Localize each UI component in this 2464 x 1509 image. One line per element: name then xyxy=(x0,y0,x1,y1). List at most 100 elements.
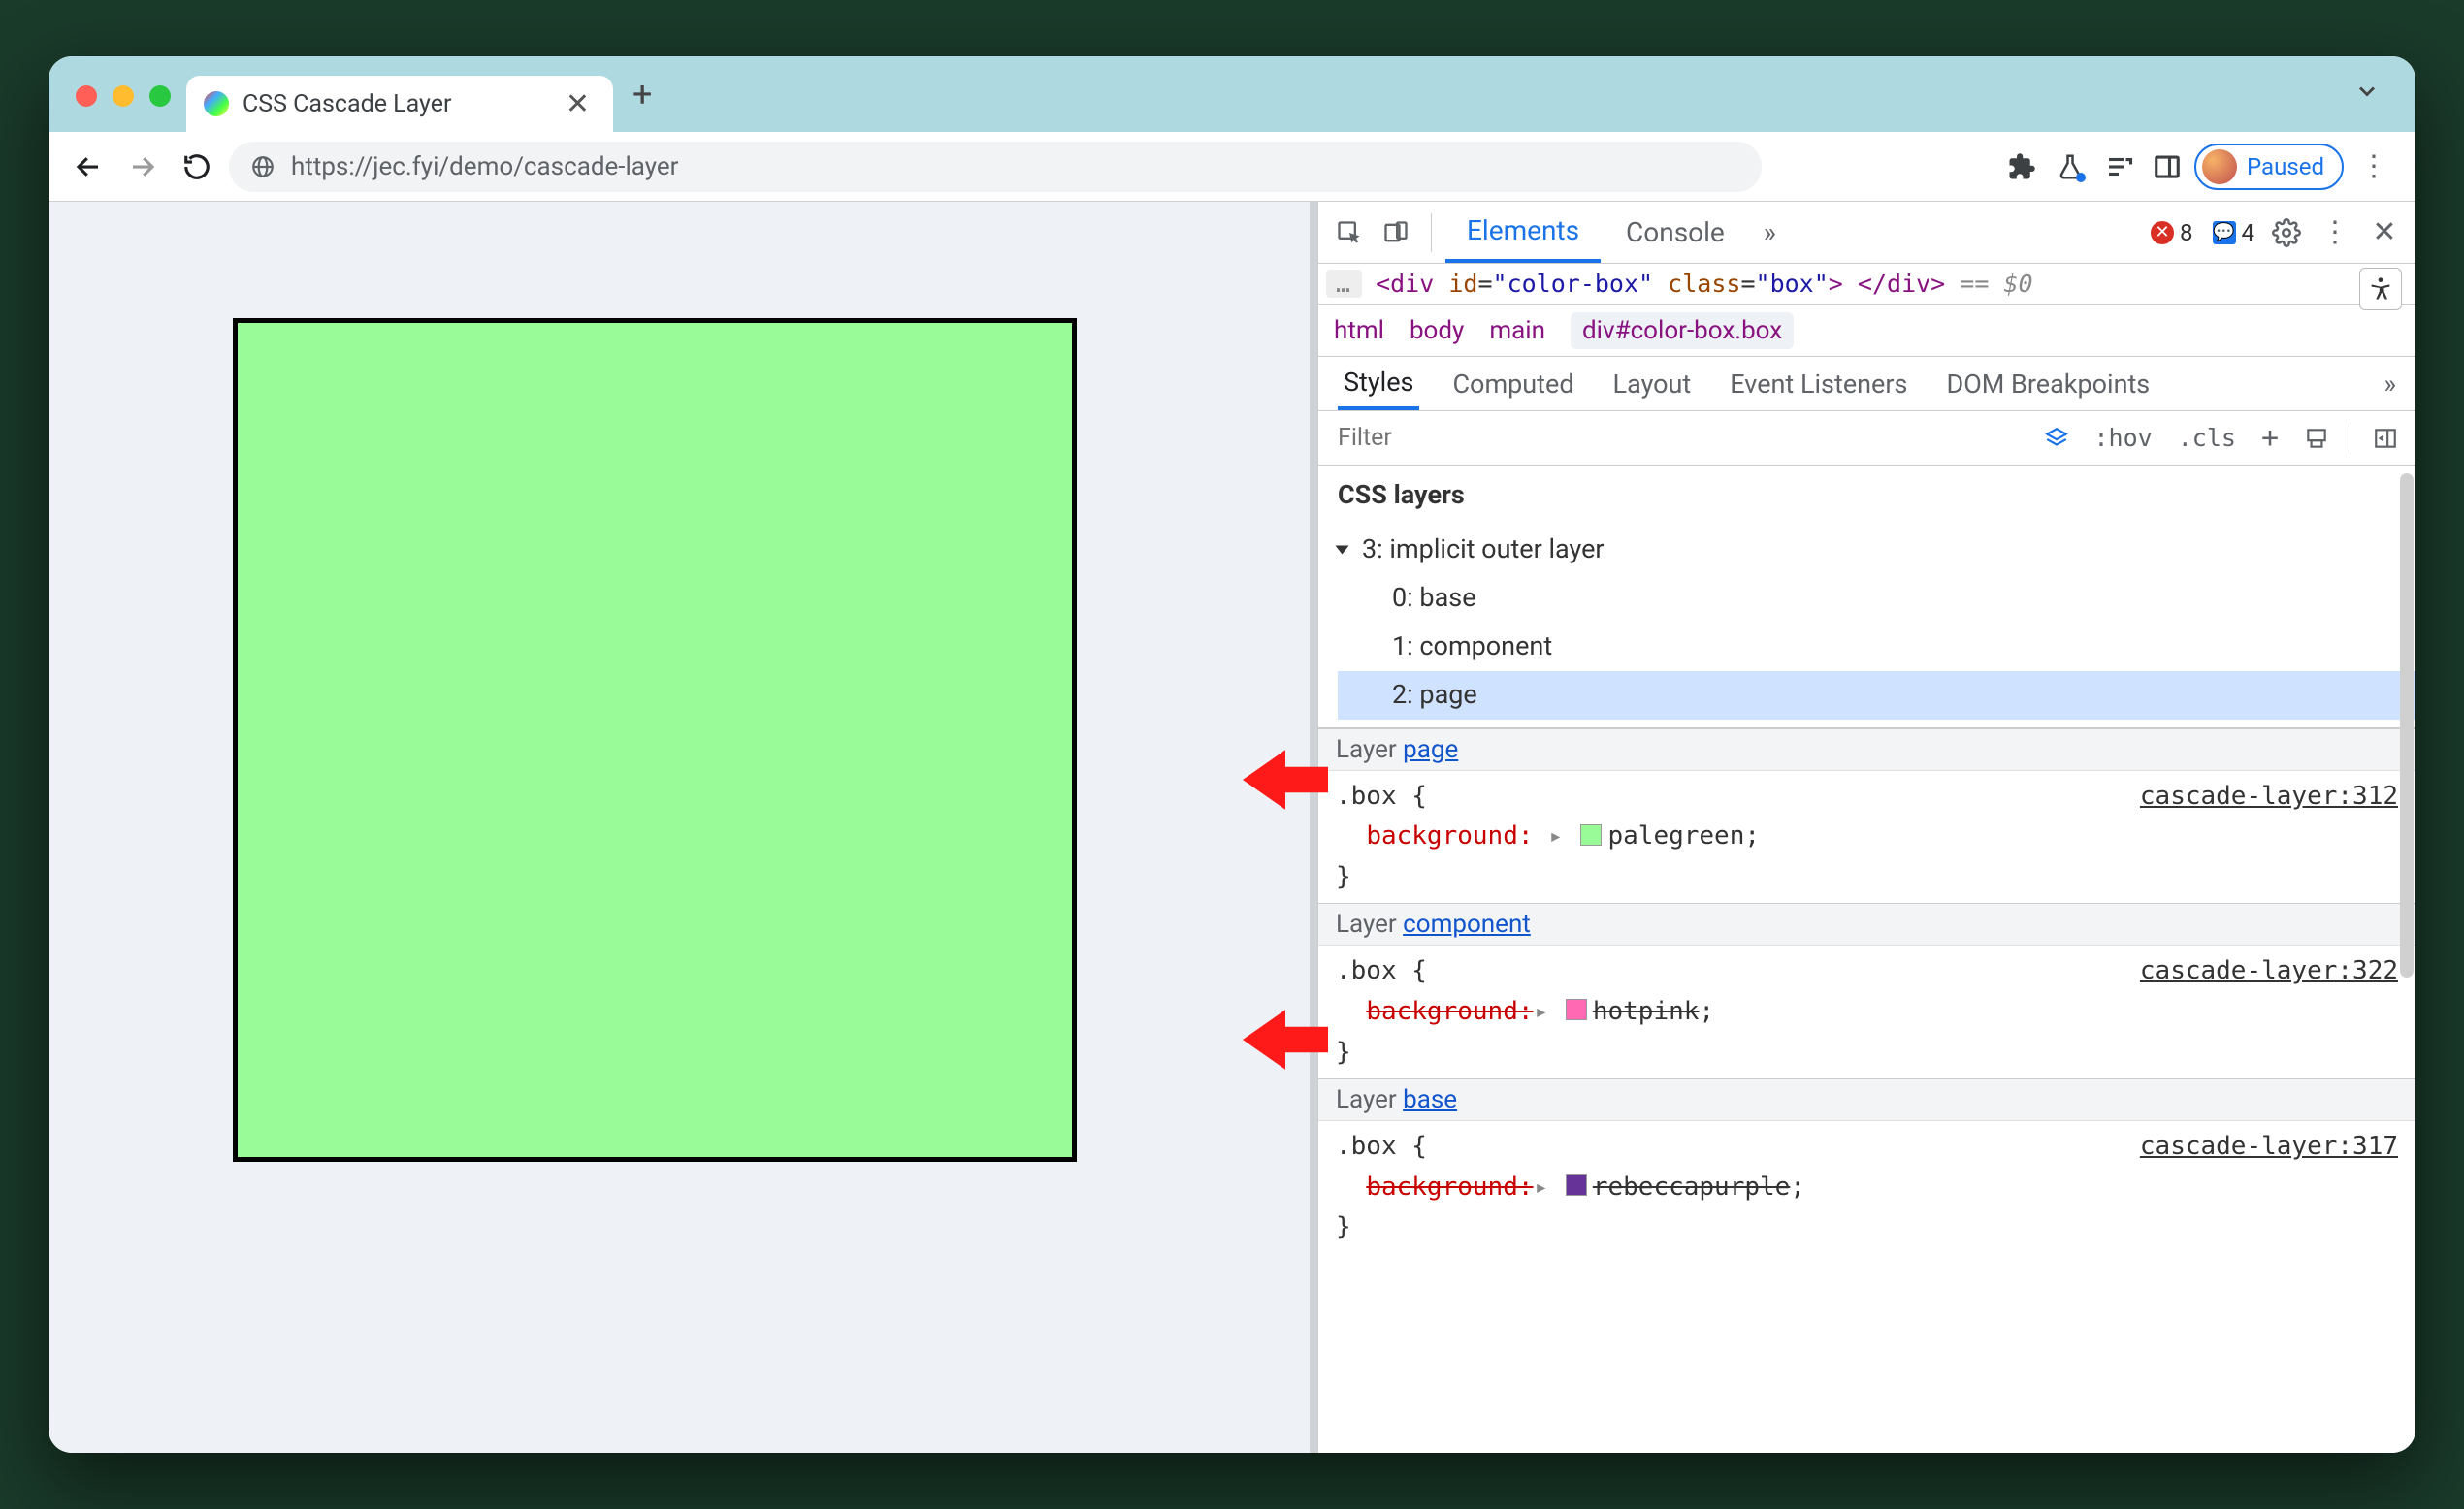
devtools-tabbar: Elements Console » ✕8 💬4 ⋮ ✕ xyxy=(1318,202,2415,264)
hov-toggle[interactable]: :hov xyxy=(2091,424,2156,452)
tabs-more-icon[interactable]: » xyxy=(1750,216,1790,248)
rule-selector[interactable]: .box { xyxy=(1336,782,1427,811)
subtab-computed[interactable]: Computed xyxy=(1446,357,1579,410)
accessibility-icon[interactable] xyxy=(2359,268,2402,310)
toggle-layers-icon[interactable] xyxy=(2040,422,2073,455)
subtabs-more-icon[interactable]: » xyxy=(2383,369,2396,400)
tab-strip: CSS Cascade Layer ✕ + xyxy=(49,56,2415,132)
expand-shorthand-icon[interactable]: ▸ xyxy=(1549,819,1563,854)
expand-shorthand-icon[interactable]: ▸ xyxy=(1534,1170,1547,1205)
rule-selector[interactable]: .box { xyxy=(1336,956,1427,985)
css-layers-section: CSS layers 3: implicit outer layer 0: ba… xyxy=(1318,466,2415,728)
rule-layer-link[interactable]: component xyxy=(1403,910,1531,939)
style-rule: Layer base cascade-layer:317 .box { back… xyxy=(1318,1078,2415,1254)
rule-selector[interactable]: .box { xyxy=(1336,1132,1427,1161)
inspect-element-icon[interactable] xyxy=(1328,211,1371,254)
styles-subtabs: Styles Computed Layout Event Listeners D… xyxy=(1318,357,2415,411)
scrollbar[interactable] xyxy=(2400,473,2414,978)
page-viewport xyxy=(49,202,1310,1453)
tab-title: CSS Cascade Layer xyxy=(243,90,546,118)
experiments-icon[interactable] xyxy=(2049,145,2091,188)
rule-prop[interactable]: background: xyxy=(1366,821,1533,851)
color-swatch-icon[interactable] xyxy=(1580,824,1602,846)
chrome-menu-icon[interactable]: ⋮ xyxy=(2350,149,2398,183)
css-layers-tree: 3: implicit outer layer 0: base 1: compo… xyxy=(1318,524,2415,727)
reload-button[interactable] xyxy=(175,144,219,189)
browser-tab[interactable]: CSS Cascade Layer ✕ xyxy=(186,76,613,132)
dom-ellipsis-icon[interactable]: … xyxy=(1326,270,1362,298)
print-media-icon[interactable] xyxy=(2300,422,2333,455)
rule-value[interactable]: rebeccapurple xyxy=(1593,1172,1791,1202)
css-layers-title: CSS layers xyxy=(1318,466,2415,524)
close-window-icon[interactable] xyxy=(76,85,97,107)
rule-source-link[interactable]: cascade-layer:312 xyxy=(2140,777,2398,818)
styles-filter-row: :hov .cls + xyxy=(1318,411,2415,466)
color-swatch-icon[interactable] xyxy=(1566,1174,1587,1196)
subtab-styles[interactable]: Styles xyxy=(1338,357,1419,410)
devtools-menu-icon[interactable]: ⋮ xyxy=(2311,215,2359,249)
devtools-splitter[interactable] xyxy=(1310,202,1317,1453)
annotation-arrow-icon xyxy=(1243,745,1328,815)
back-button[interactable] xyxy=(66,144,111,189)
subtab-dom-breakpoints[interactable]: DOM Breakpoints xyxy=(1940,357,2156,410)
rule-value[interactable]: hotpink xyxy=(1593,997,1700,1026)
new-rule-button[interactable]: + xyxy=(2257,421,2283,455)
url-text: https://jec.fyi/demo/cascade-layer xyxy=(291,152,679,181)
error-count[interactable]: ✕8 xyxy=(2143,219,2201,246)
tab-close-icon[interactable]: ✕ xyxy=(560,87,596,121)
caret-down-icon xyxy=(1336,545,1349,554)
rule-layer-link[interactable]: base xyxy=(1403,1085,1457,1114)
rule-value[interactable]: palegreen xyxy=(1607,821,1744,851)
cls-toggle[interactable]: .cls xyxy=(2174,424,2240,452)
layer-tree-item-selected[interactable]: 2: page xyxy=(1338,671,2415,720)
breadcrumb-item[interactable]: body xyxy=(1410,316,1464,345)
settings-icon[interactable] xyxy=(2266,212,2307,253)
tab-console[interactable]: Console xyxy=(1605,202,1746,263)
subtab-layout[interactable]: Layout xyxy=(1607,357,1698,410)
window-controls xyxy=(62,85,186,132)
color-swatch-icon[interactable] xyxy=(1566,999,1587,1020)
breadcrumb-item[interactable]: html xyxy=(1334,316,1384,345)
rule-source-link[interactable]: cascade-layer:322 xyxy=(2140,951,2398,992)
layer-tree-root[interactable]: 3: implicit outer layer xyxy=(1338,526,2415,574)
profile-paused-pill[interactable]: Paused xyxy=(2194,144,2344,190)
devtools-close-icon[interactable]: ✕ xyxy=(2363,211,2406,254)
computed-panel-toggle-icon[interactable] xyxy=(2369,422,2402,455)
rule-source-link[interactable]: cascade-layer:317 xyxy=(2140,1127,2398,1168)
tab-elements[interactable]: Elements xyxy=(1445,202,1601,263)
expand-shorthand-icon[interactable]: ▸ xyxy=(1534,994,1547,1030)
favicon-icon xyxy=(204,91,229,116)
layer-tree-item[interactable]: 1: component xyxy=(1338,623,2415,671)
rule-layer-label: Layer component xyxy=(1318,904,2415,946)
styles-filter-input[interactable] xyxy=(1338,411,1929,465)
paused-label: Paused xyxy=(2247,153,2324,180)
fullscreen-window-icon[interactable] xyxy=(149,85,171,107)
rule-prop[interactable]: background: xyxy=(1366,1172,1533,1202)
tabs-overflow-icon[interactable] xyxy=(2353,78,2402,132)
rule-prop[interactable]: background: xyxy=(1366,997,1533,1026)
reading-list-icon[interactable] xyxy=(2097,145,2140,188)
device-toolbar-icon[interactable] xyxy=(1375,211,1417,254)
avatar-icon xyxy=(2202,149,2237,184)
dom-selected-node[interactable]: … <div id="color-box" class="box"> </div… xyxy=(1318,264,2415,305)
rule-layer-link[interactable]: page xyxy=(1403,735,1458,764)
style-rule: Layer component cascade-layer:322 .box {… xyxy=(1318,903,2415,1078)
devtools-panel: Elements Console » ✕8 💬4 ⋮ ✕ xyxy=(1317,202,2415,1453)
content-area: Elements Console » ✕8 💬4 ⋮ ✕ xyxy=(49,202,2415,1453)
toolbar: https://jec.fyi/demo/cascade-layer xyxy=(49,132,2415,202)
new-tab-button[interactable]: + xyxy=(613,74,671,132)
site-info-icon[interactable] xyxy=(250,154,276,179)
breadcrumb-item[interactable]: main xyxy=(1489,316,1545,345)
extensions-icon[interactable] xyxy=(2000,145,2043,188)
layer-tree-item[interactable]: 0: base xyxy=(1338,574,2415,623)
browser-window: CSS Cascade Layer ✕ + https://jec.fyi/de… xyxy=(49,56,2415,1453)
subtab-event-listeners[interactable]: Event Listeners xyxy=(1724,357,1913,410)
side-panel-icon[interactable] xyxy=(2146,145,2188,188)
forward-button[interactable] xyxy=(120,144,165,189)
address-bar[interactable]: https://jec.fyi/demo/cascade-layer xyxy=(229,142,1762,192)
message-count[interactable]: 💬4 xyxy=(2205,219,2263,246)
minimize-window-icon[interactable] xyxy=(113,85,134,107)
rule-layer-label: Layer page xyxy=(1318,729,2415,771)
breadcrumb-item-selected[interactable]: div#color-box.box xyxy=(1571,312,1794,349)
dom-breadcrumb: html body main div#color-box.box xyxy=(1318,305,2415,357)
